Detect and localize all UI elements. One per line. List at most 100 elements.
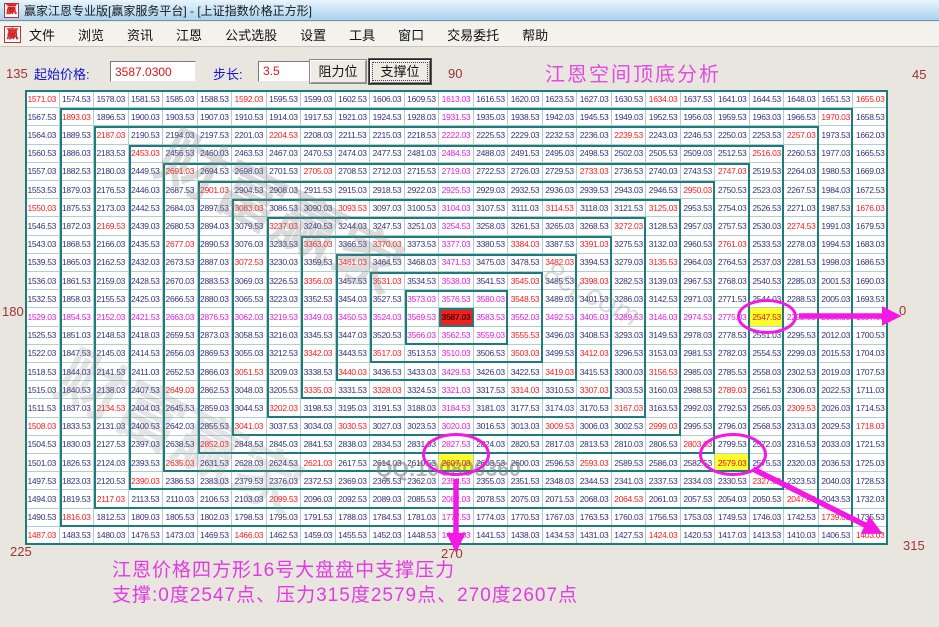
menu-item-5[interactable]: 公式选股: [225, 25, 277, 44]
grid-cell: 2855.53: [197, 417, 233, 436]
grid-cell: 3461.03: [335, 253, 371, 272]
grid-cell: 1672.53: [853, 181, 888, 200]
grid-cell: 2239.53: [611, 126, 647, 145]
grid-cell: 2957.03: [680, 217, 716, 236]
support-button[interactable]: 支撑位: [369, 59, 431, 84]
grid-cell: 2299.03: [784, 344, 819, 363]
resistance-button[interactable]: 阻力位: [309, 59, 367, 84]
grid-cell: 3415.53: [577, 363, 612, 382]
grid-cell: 2267.53: [784, 181, 819, 200]
grid-cell: 1417.03: [715, 526, 750, 545]
grid-cell: 3202.03: [266, 399, 302, 418]
grid-cell: 3212.53: [266, 344, 302, 363]
window-title: 赢家江恩专业版[赢家服务平台] - [上证指数价格正方形]: [24, 3, 313, 18]
grid-cell: 2999.03: [646, 417, 681, 436]
grid-cell: 2008.53: [818, 308, 854, 327]
grid-cell: 2978.03: [680, 326, 716, 345]
grid-cell: 1651.53: [818, 90, 854, 109]
grid-cell: 2127.53: [94, 435, 129, 454]
grid-cell: 2670.03: [163, 272, 198, 291]
start-price-label: 起始价格:: [34, 67, 90, 82]
grid-cell: 3118.03: [577, 199, 612, 218]
grid-cell: 1742.53: [784, 508, 819, 527]
grid-cell: 3258.03: [473, 217, 509, 236]
menu-item-4[interactable]: 江恩: [176, 25, 202, 44]
menu-item-7[interactable]: 工具: [349, 25, 375, 44]
grid-cell: 3492.53: [542, 308, 578, 327]
grid-cell: 2197.53: [197, 126, 233, 145]
grid-cell: 1522.03: [25, 344, 60, 363]
grid-cell: 3450.53: [335, 308, 371, 327]
grid-cell: 1847.53: [59, 344, 95, 363]
grid-cell: 1903.53: [163, 108, 198, 127]
grid-cell: 3128.53: [646, 217, 681, 236]
grid-cell: 3226.53: [266, 272, 302, 291]
start-price-input[interactable]: [110, 61, 196, 82]
menu-item-1[interactable]: 文件: [29, 25, 55, 44]
grid-cell: 3205.53: [266, 381, 302, 400]
grid-cell: 2729.53: [542, 162, 578, 181]
grid-cell: 3471.53: [439, 253, 474, 272]
grid-cell: 2967.53: [680, 272, 716, 291]
grid-cell: 1812.53: [94, 508, 129, 527]
grid-cell: 2974.53: [680, 308, 716, 327]
grid-cell: 2467.03: [266, 144, 302, 163]
grid-cell: 1599.03: [301, 90, 336, 109]
grid-cell: 2691.03: [163, 162, 198, 181]
grid-cell: 1504.53: [25, 435, 60, 454]
grid-cell: 1518.53: [25, 363, 60, 382]
grid-cell: 2148.53: [94, 326, 129, 345]
grid-cell: 1630.53: [611, 90, 647, 109]
grid-cell: 1826.53: [59, 454, 95, 473]
grid-cell: 2922.03: [404, 181, 440, 200]
grid-cell: 2327.03: [749, 472, 785, 491]
grid-cell: 3076.03: [232, 235, 267, 254]
angle-label-90: 90: [448, 66, 463, 81]
grid-cell: 3426.03: [473, 363, 509, 382]
grid-cell: 1914.03: [266, 108, 302, 127]
grid-cell: 3251.03: [404, 217, 440, 236]
grid-cell: 1578.03: [94, 90, 129, 109]
grid-cell: 1865.03: [59, 253, 95, 272]
grid-cell: 1949.03: [611, 108, 647, 127]
grid-cell: 1805.53: [163, 508, 198, 527]
menu-item-8[interactable]: 窗口: [398, 25, 424, 44]
grid-cell: 3531.03: [370, 272, 405, 291]
grid-cell: 2537.03: [749, 253, 785, 272]
grid-cell: 2873.03: [197, 326, 233, 345]
menu-item-9[interactable]: 交易委托: [447, 25, 499, 44]
grid-cell: 2243.03: [646, 126, 681, 145]
menu-item-2[interactable]: 浏览: [78, 25, 104, 44]
menu-item-6[interactable]: 设置: [300, 25, 326, 44]
grid-cell: 1963.03: [749, 108, 785, 127]
menu-item-3[interactable]: 资讯: [127, 25, 153, 44]
grid-cell: 2946.53: [646, 181, 681, 200]
grid-cell: 3289.53: [611, 308, 647, 327]
grid-cell: 1945.53: [577, 108, 612, 127]
grid-cell: 2050.53: [749, 490, 785, 509]
grid-cell: 2845.03: [266, 435, 302, 454]
grid-cell: 3300.03: [611, 363, 647, 382]
grid-cell: 2383.03: [197, 472, 233, 491]
grid-cell: 2372.53: [301, 472, 336, 491]
grid-cell: 3394.53: [577, 253, 612, 272]
grid-cell: 3090.03: [301, 199, 336, 218]
grid-cell: 1875.53: [59, 199, 95, 218]
grid-cell: 3079.53: [232, 217, 267, 236]
menu-item-10[interactable]: 帮助: [522, 25, 548, 44]
grid-cell: 2820.53: [508, 435, 543, 454]
grid-cell: 2712.03: [370, 162, 405, 181]
grid-cell: 2477.53: [370, 144, 405, 163]
grid-cell: 2705.03: [301, 162, 336, 181]
grid-cell: 2369.03: [335, 472, 371, 491]
grid-cell: 2446.03: [128, 181, 164, 200]
grid-cell: 2908.03: [266, 181, 302, 200]
grid-cell: 2054.03: [715, 490, 750, 509]
grid-cell: 1662.03: [853, 126, 888, 145]
grid-cell: 2390.03: [128, 472, 164, 491]
grid-cell: 2680.53: [163, 217, 198, 236]
grid-cell: 1921.03: [335, 108, 371, 127]
grid-cell: 1567.53: [25, 108, 60, 127]
grid-cell: 1987.53: [818, 199, 854, 218]
grid-cell: 1424.03: [646, 526, 681, 545]
